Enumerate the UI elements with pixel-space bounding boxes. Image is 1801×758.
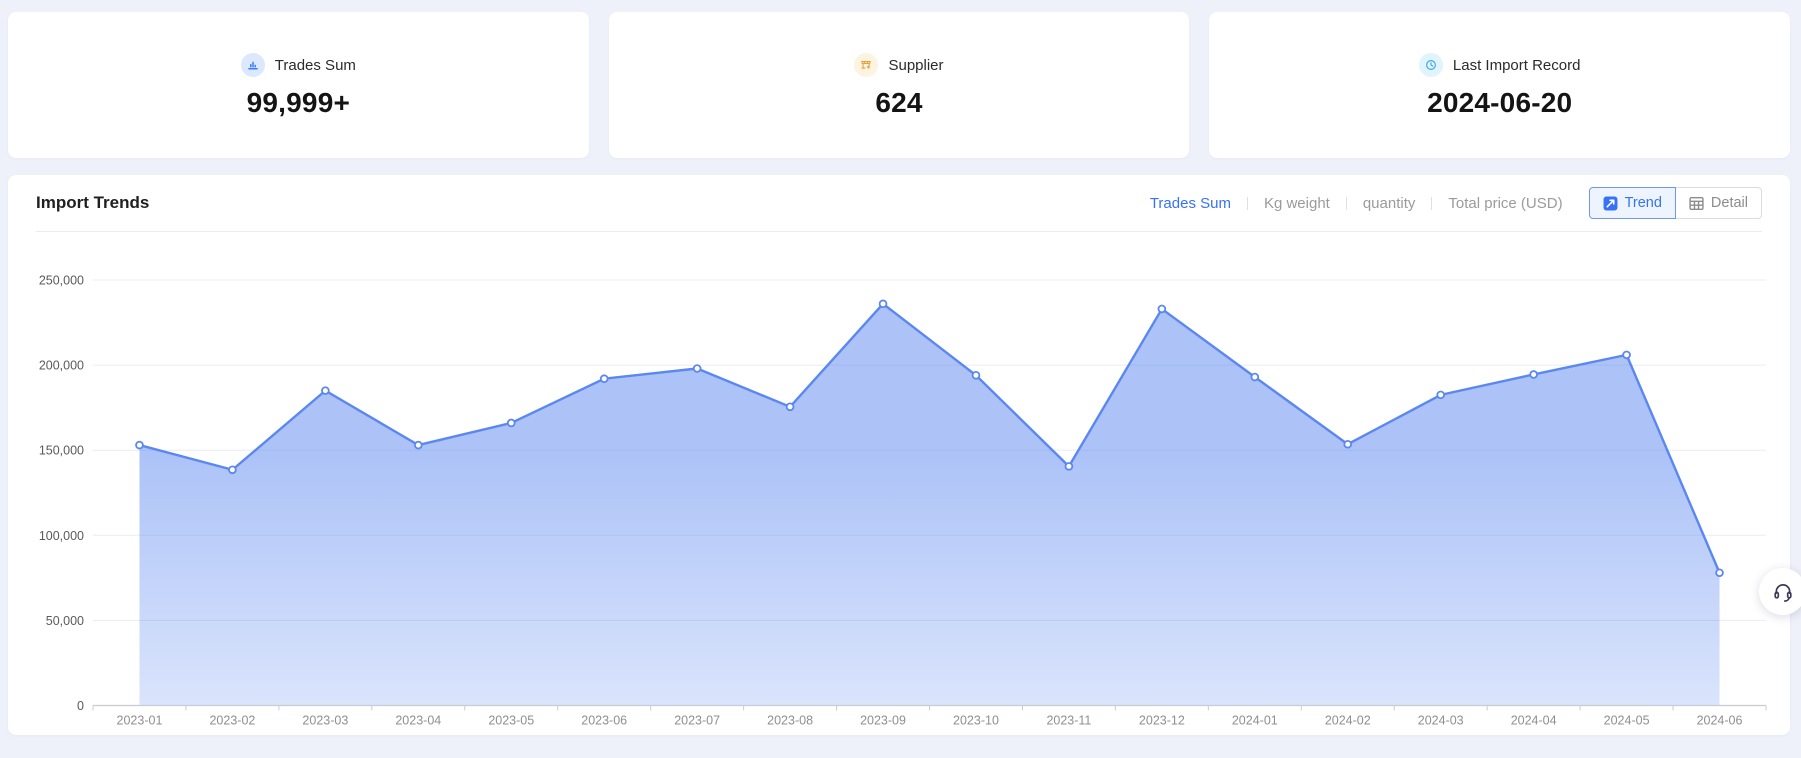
table-icon — [1689, 196, 1704, 211]
svg-text:2024-03: 2024-03 — [1418, 714, 1464, 728]
clock-icon — [1419, 53, 1443, 77]
svg-text:2024-01: 2024-01 — [1232, 714, 1278, 728]
metric-tabs: Trades Sum Kg weight quantity Total pric… — [1150, 195, 1563, 212]
view-toggle: Trend Detail — [1589, 187, 1762, 219]
svg-text:250,000: 250,000 — [39, 274, 84, 288]
chart-header: Import Trends Trades Sum Kg weight quant… — [8, 175, 1790, 231]
stat-value: 624 — [875, 87, 922, 119]
svg-text:2024-05: 2024-05 — [1604, 714, 1650, 728]
svg-text:2023-05: 2023-05 — [488, 714, 534, 728]
trend-button-label: Trend — [1625, 195, 1662, 211]
svg-text:100,000: 100,000 — [39, 529, 84, 543]
tab-trades-sum[interactable]: Trades Sum — [1150, 195, 1231, 212]
trend-icon — [1603, 196, 1618, 211]
svg-text:2023-11: 2023-11 — [1046, 714, 1091, 728]
tab-total-price[interactable]: Total price (USD) — [1448, 195, 1562, 212]
panel-title: Import Trends — [36, 193, 149, 213]
tab-kg-weight[interactable]: Kg weight — [1264, 195, 1330, 212]
svg-text:2023-02: 2023-02 — [209, 714, 255, 728]
stat-cards-row: Trades Sum 99,999+ Supplier 624 — [8, 12, 1790, 158]
svg-text:150,000: 150,000 — [39, 444, 84, 458]
svg-text:2024-06: 2024-06 — [1697, 714, 1743, 728]
stat-card-last-import: Last Import Record 2024-06-20 — [1209, 12, 1790, 158]
svg-text:50,000: 50,000 — [46, 614, 84, 628]
import-trends-panel: Import Trends Trades Sum Kg weight quant… — [8, 175, 1790, 735]
svg-text:2024-02: 2024-02 — [1325, 714, 1371, 728]
svg-text:2023-06: 2023-06 — [581, 714, 627, 728]
stat-card-trades-sum: Trades Sum 99,999+ — [8, 12, 589, 158]
support-fab[interactable] — [1759, 568, 1801, 615]
stat-value: 99,999+ — [247, 87, 350, 119]
storefront-icon — [854, 53, 878, 77]
headset-icon — [1771, 580, 1795, 604]
detail-button-label: Detail — [1711, 195, 1748, 211]
svg-text:2024-04: 2024-04 — [1511, 714, 1557, 728]
svg-text:2023-07: 2023-07 — [674, 714, 720, 728]
svg-text:2023-04: 2023-04 — [395, 714, 441, 728]
svg-text:0: 0 — [77, 699, 84, 713]
stat-card-supplier: Supplier 624 — [609, 12, 1190, 158]
svg-text:2023-09: 2023-09 — [860, 714, 906, 728]
svg-text:2023-10: 2023-10 — [953, 714, 999, 728]
tab-separator — [1431, 197, 1432, 210]
stat-value: 2024-06-20 — [1427, 87, 1572, 119]
area-chart-svg: 0 50,000 100,000 150,000 200,000 250,000 2023-… — [8, 231, 1790, 735]
svg-text:200,000: 200,000 — [39, 359, 84, 373]
svg-text:2023-08: 2023-08 — [767, 714, 813, 728]
stat-label: Supplier — [888, 57, 943, 74]
import-trends-chart[interactable]: 0 50,000 100,000 150,000 200,000 250,000 2023-… — [8, 231, 1790, 735]
svg-text:2023-01: 2023-01 — [117, 714, 163, 728]
trend-button[interactable]: Trend — [1589, 187, 1676, 219]
tab-separator — [1247, 197, 1248, 210]
detail-button[interactable]: Detail — [1676, 187, 1762, 219]
tab-separator — [1346, 197, 1347, 210]
svg-text:2023-12: 2023-12 — [1139, 714, 1185, 728]
dashboard-screen: Trades Sum 99,999+ Supplier 624 — [0, 0, 1801, 758]
bar-chart-icon — [241, 53, 265, 77]
stat-label: Last Import Record — [1453, 57, 1581, 74]
tab-quantity[interactable]: quantity — [1363, 195, 1416, 212]
svg-text:2023-03: 2023-03 — [302, 714, 348, 728]
stat-label: Trades Sum — [275, 57, 356, 74]
